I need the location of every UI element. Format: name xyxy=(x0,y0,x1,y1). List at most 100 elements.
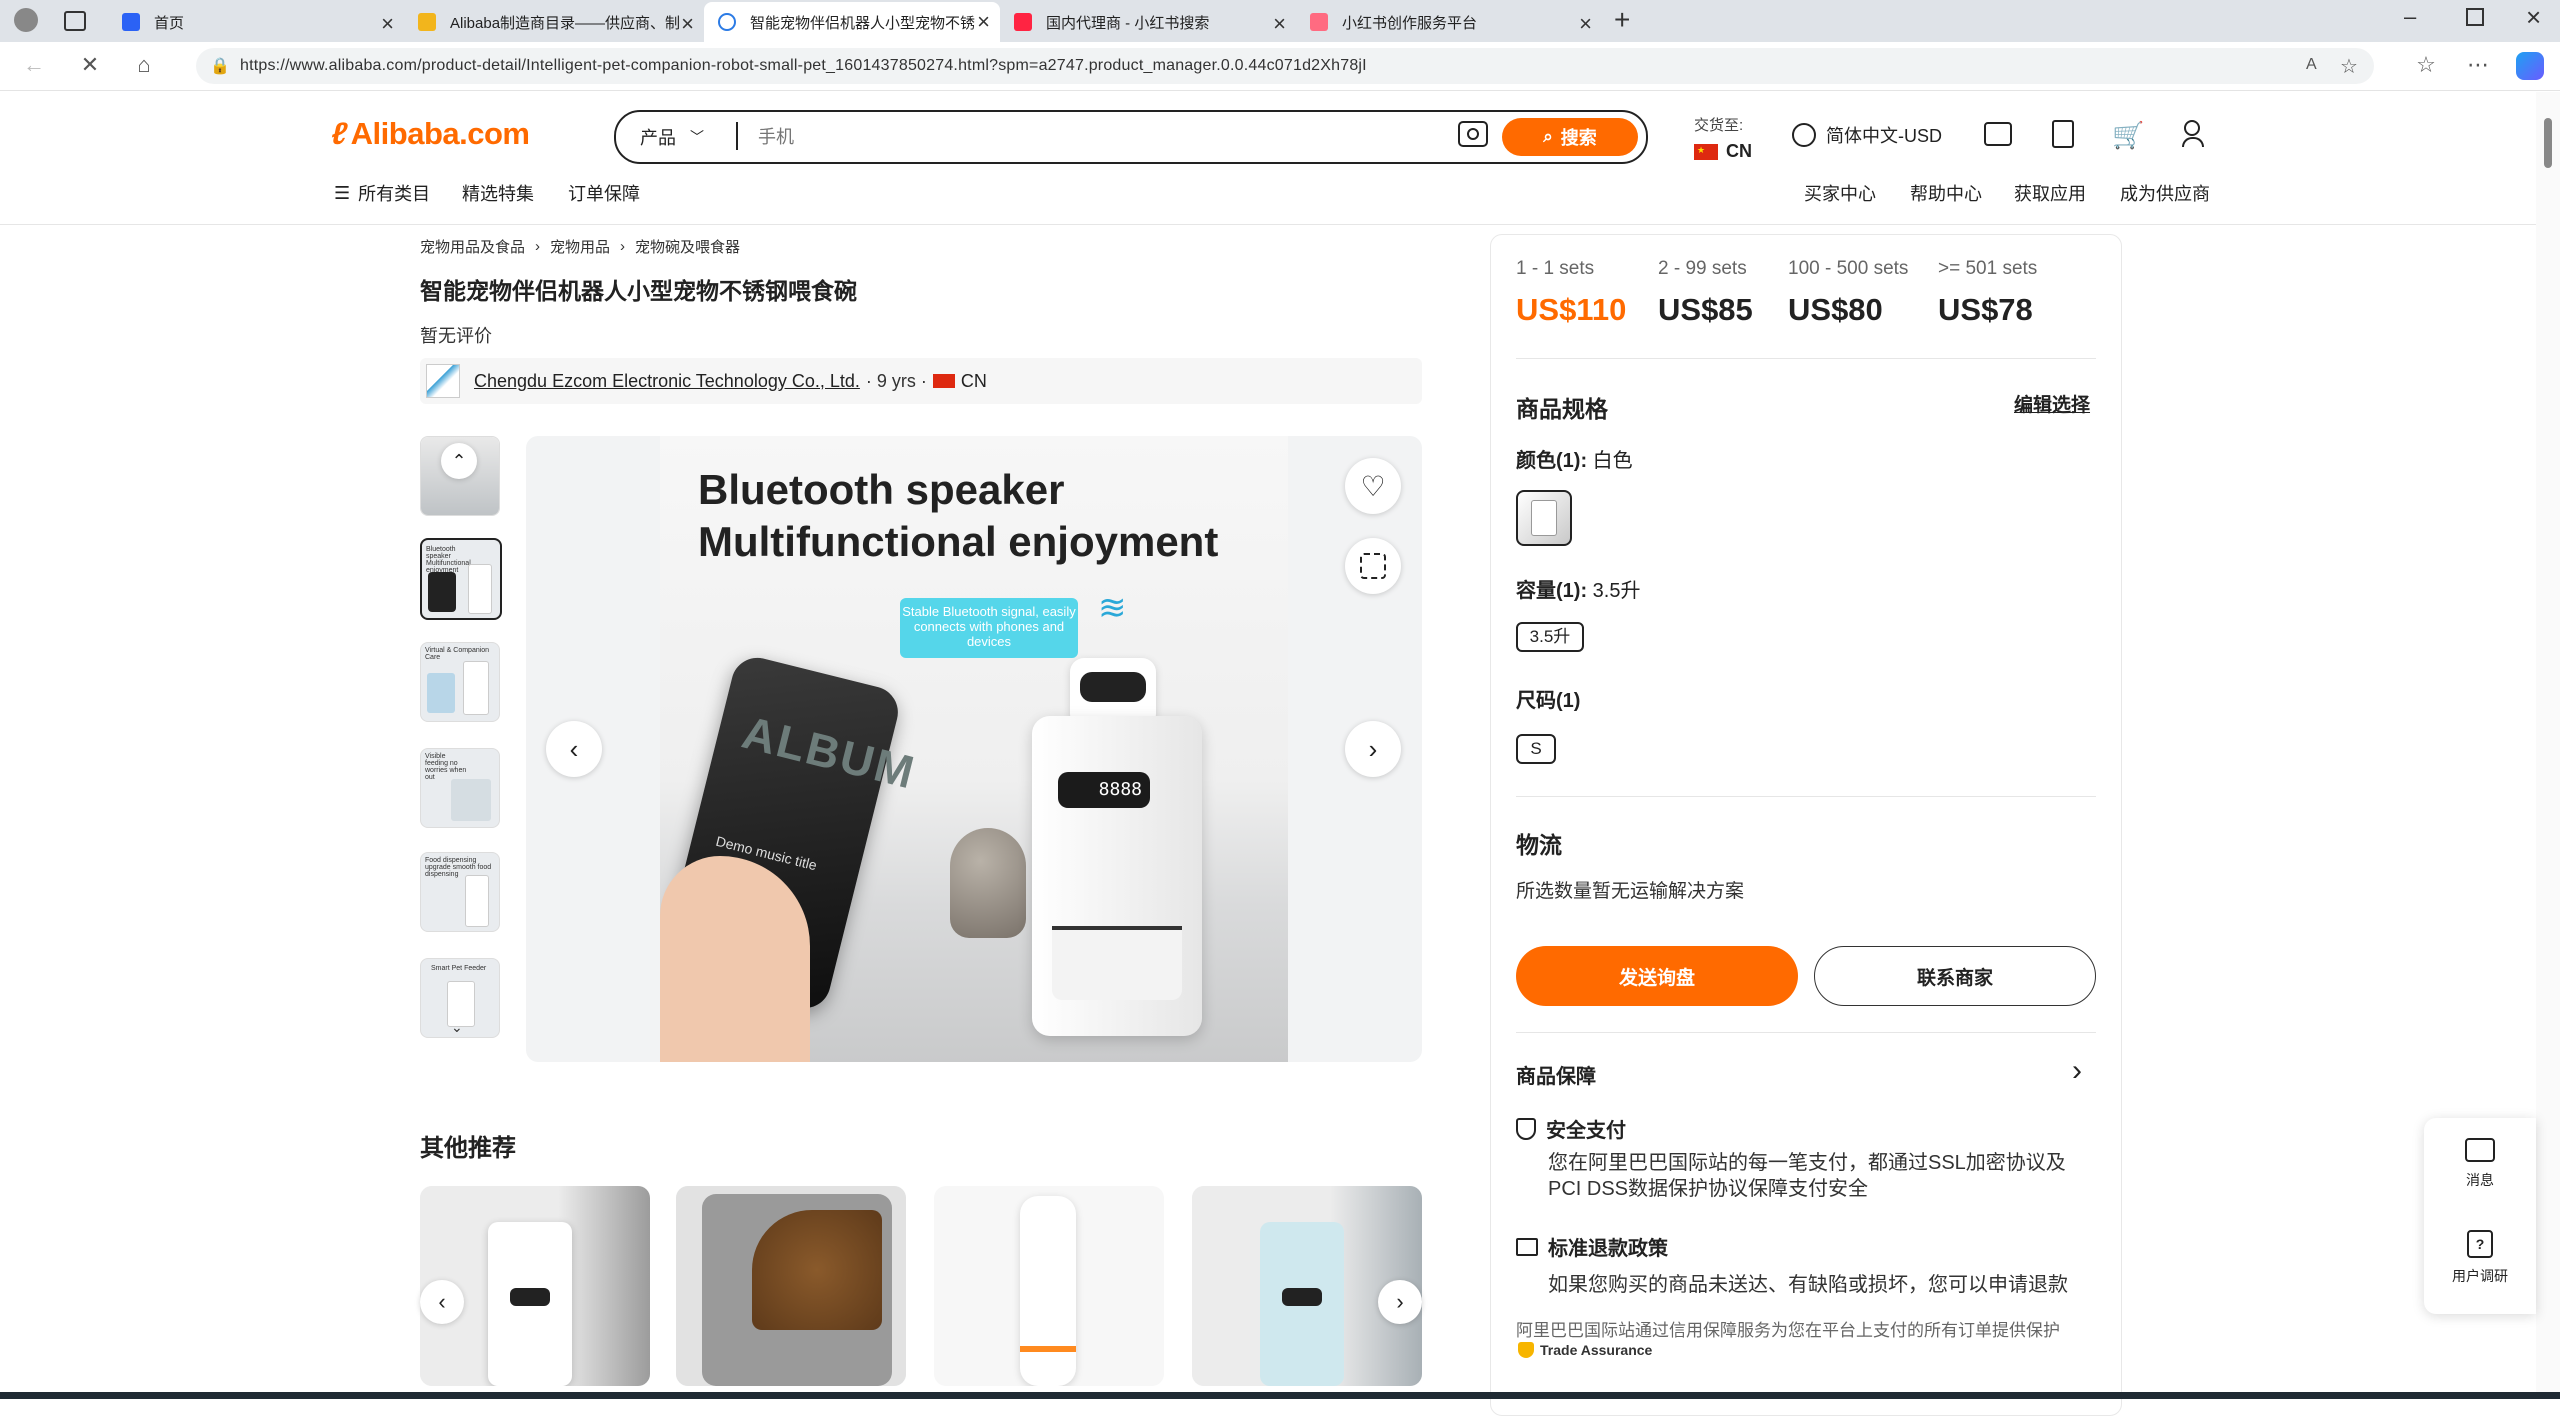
previous-image-button[interactable]: ‹ xyxy=(546,721,602,777)
minimize-button[interactable]: – xyxy=(2404,4,2416,30)
refund-icon xyxy=(1516,1237,1538,1256)
copilot-icon[interactable] xyxy=(2516,52,2544,80)
tab-favicon-icon xyxy=(1014,13,1032,31)
price-tier-2: 2 - 99 sets US$85 xyxy=(1658,258,1753,327)
alibaba-logo[interactable]: ℓAlibaba.com xyxy=(328,116,530,152)
send-inquiry-button[interactable]: 发送询盘 xyxy=(1516,946,1798,1006)
search-bar: 产品 ﹀ ⌕ 搜索 xyxy=(614,110,1648,164)
thumbnail-5[interactable]: Food dispensing upgrade smooth food disp… xyxy=(420,852,500,932)
product-main-image[interactable]: Bluetooth speaker Multifunctional enjoym… xyxy=(660,436,1288,1062)
nav-get-app[interactable]: 获取应用 xyxy=(2014,180,2086,206)
read-aloud-icon[interactable]: A xyxy=(2306,56,2317,74)
camera-search-icon[interactable] xyxy=(1458,121,1488,147)
capacity-option[interactable]: 3.5升 xyxy=(1516,622,1584,652)
supplier-row: Chengdu Ezcom Electronic Technology Co.,… xyxy=(420,358,1422,404)
chevron-right-icon[interactable]: › xyxy=(2072,1054,2082,1088)
specs-title: 商品规格 xyxy=(1516,396,1608,422)
thumbnail-4[interactable]: Visible feeding no worries when out xyxy=(420,748,500,828)
search-category-select[interactable]: 产品 ﹀ xyxy=(640,124,704,150)
language-currency-selector[interactable]: 简体中文-USD xyxy=(1792,122,1942,148)
size-label: 尺码(1) xyxy=(1516,690,1581,712)
chevron-right-icon: › xyxy=(535,238,541,255)
nav-help-center[interactable]: 帮助中心 xyxy=(1910,180,1982,206)
logistics-title: 物流 xyxy=(1516,832,1562,858)
orders-icon[interactable] xyxy=(2052,120,2074,148)
cart-icon[interactable]: 🛒 xyxy=(2112,120,2144,151)
float-message-button[interactable]: 消息 xyxy=(2424,1138,2536,1190)
size-option[interactable]: S xyxy=(1516,734,1556,764)
thumbnail-1[interactable]: ⌃ xyxy=(420,436,500,516)
search-input[interactable] xyxy=(756,120,1320,154)
close-window-button[interactable]: × xyxy=(2526,2,2541,33)
chevron-right-icon: › xyxy=(620,238,626,255)
recommend-next-button[interactable]: › xyxy=(1378,1280,1422,1324)
favorite-star-icon[interactable]: ☆ xyxy=(2340,54,2358,79)
lock-icon[interactable]: 🔒 xyxy=(210,56,230,76)
protection-title[interactable]: 商品保障 xyxy=(1516,1060,1596,1089)
tab-xiaohongshu-search[interactable]: 国内代理商 - 小红书搜索 × xyxy=(1000,4,1296,40)
recommend-card-2[interactable] xyxy=(676,1186,906,1386)
breadcrumb: 宠物用品及食品 › 宠物用品 › 宠物碗及喂食器 xyxy=(420,236,740,257)
protection-footer: 阿里巴巴国际站通过信用保障服务为您在平台上支付的所有订单提供保护 xyxy=(1516,1321,2060,1340)
url-field[interactable]: 🔒 https://www.alibaba.com/product-detail… xyxy=(196,48,2374,84)
favorite-button[interactable]: ♡ xyxy=(1345,458,1401,514)
search-button[interactable]: ⌕ 搜索 xyxy=(1502,118,1638,156)
edit-selection-link[interactable]: 编辑选择 xyxy=(2014,390,2090,417)
restore-button[interactable] xyxy=(2466,8,2484,26)
chevron-up-icon[interactable]: ⌃ xyxy=(441,443,477,479)
tab-close-icon[interactable]: × xyxy=(1273,11,1286,37)
messages-icon[interactable] xyxy=(1984,122,2012,146)
thumbnail-2[interactable]: Bluetooth speaker Multifunctional enjoym… xyxy=(420,538,502,620)
tab-close-icon[interactable]: × xyxy=(381,11,394,37)
robot-body: 8888 xyxy=(1032,716,1202,1036)
breadcrumb-item[interactable]: 宠物用品及食品 xyxy=(420,236,525,257)
account-icon[interactable] xyxy=(2182,120,2204,147)
profile-icon[interactable] xyxy=(14,8,38,32)
tab-active-product[interactable]: 智能宠物伴侣机器人小型宠物不锈 × xyxy=(704,2,1000,42)
chevron-down-icon[interactable]: ⌄ xyxy=(451,1019,463,1036)
thumbnail-6[interactable]: Smart Pet Feeder ⌄ xyxy=(420,958,500,1038)
home-icon[interactable]: ⌂ xyxy=(130,52,158,78)
supplier-name-link[interactable]: Chengdu Ezcom Electronic Technology Co.,… xyxy=(474,371,860,392)
recommend-prev-button[interactable]: ‹ xyxy=(420,1280,464,1324)
new-tab-button[interactable]: + xyxy=(1614,4,1630,36)
tab-favicon-icon xyxy=(122,13,140,31)
image-search-button[interactable] xyxy=(1345,538,1401,594)
wifi-bluetooth-icon: ≋ xyxy=(1098,589,1127,627)
all-categories-menu[interactable]: ☰ 所有类目 xyxy=(334,180,430,206)
scrollbar-thumb[interactable] xyxy=(2544,118,2552,168)
tab-close-icon[interactable]: × xyxy=(977,9,990,35)
nav-become-supplier[interactable]: 成为供应商 xyxy=(2120,180,2210,206)
scrollbar-track[interactable] xyxy=(2536,92,2560,1392)
tab-actions-icon[interactable] xyxy=(64,11,86,31)
nav-featured[interactable]: 精选特集 xyxy=(462,180,534,206)
trade-assurance-badge: Trade Assurance xyxy=(1518,1342,1652,1358)
nav-order-protection[interactable]: 订单保障 xyxy=(568,180,640,206)
back-icon[interactable]: ← xyxy=(20,52,48,78)
tab-close-icon[interactable]: × xyxy=(681,11,694,37)
search-divider xyxy=(736,122,738,150)
next-image-button[interactable]: › xyxy=(1345,721,1401,777)
chevron-right-icon: › xyxy=(1368,733,1378,764)
supplier-logo-icon xyxy=(426,364,460,398)
tab-alibaba-catalog[interactable]: Alibaba制造商目录——供应商、制 × xyxy=(404,4,704,40)
tab-xiaohongshu-creator[interactable]: 小红书创作服务平台 × xyxy=(1296,4,1602,40)
breadcrumb-item[interactable]: 宠物用品 xyxy=(550,236,610,257)
taskbar xyxy=(0,1392,2560,1399)
recommend-card-3[interactable] xyxy=(934,1186,1164,1386)
nav-buyer-center[interactable]: 买家中心 xyxy=(1804,180,1876,206)
price-tier-1: 1 - 1 sets US$110 xyxy=(1516,258,1627,327)
contact-supplier-button[interactable]: 联系商家 xyxy=(1814,946,2096,1006)
favorites-icon[interactable]: ☆ xyxy=(2412,52,2440,78)
float-survey-button[interactable]: ? 用户调研 xyxy=(2424,1230,2536,1286)
thumbnail-3[interactable]: Virtual & Companion Care xyxy=(420,642,500,722)
more-menu-icon[interactable]: ⋯ xyxy=(2464,52,2492,78)
rating-text: 暂无评价 xyxy=(420,326,492,346)
ship-to-selector[interactable]: 交货至: ★ CN xyxy=(1694,114,1752,162)
breadcrumb-item[interactable]: 宠物碗及喂食器 xyxy=(635,236,740,257)
color-option-white[interactable] xyxy=(1516,490,1572,546)
stop-icon[interactable]: ✕ xyxy=(76,52,104,78)
tab-close-icon[interactable]: × xyxy=(1579,11,1592,37)
chat-icon xyxy=(2465,1138,2495,1162)
tab-home[interactable]: 首页 × xyxy=(108,4,404,40)
